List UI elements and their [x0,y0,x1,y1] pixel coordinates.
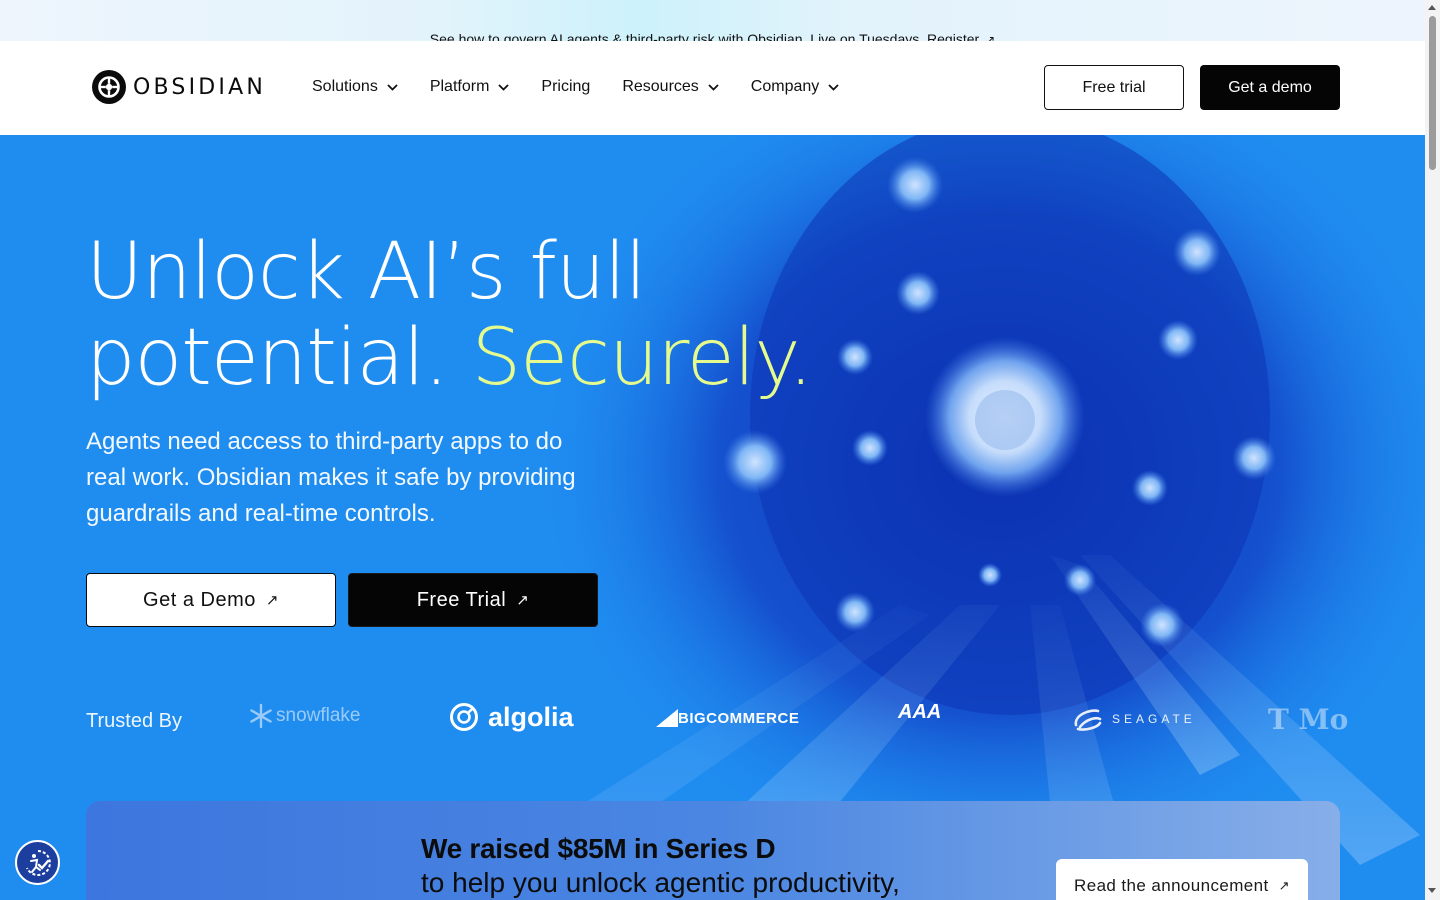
chevron-down-icon [828,83,839,91]
algolia-icon [450,703,478,731]
nav-item-platform[interactable]: Platform [430,78,510,96]
main-menu: Solutions Platform Pricing Resources Com… [312,78,871,96]
read-announcement-label: Read the announcement [1074,876,1269,895]
nav-item-resources[interactable]: Resources [622,78,719,96]
seagate-icon [1074,709,1102,731]
headline-line-2: potential. Securely. [86,313,814,403]
arrow-up-right-icon: ↗ [985,33,996,41]
series-d-announcement-card: We raised $85M in Series D to help you u… [86,801,1340,900]
aaa-logo: AAA [898,701,941,724]
t-mobile-logo: T Mo [1268,703,1348,736]
arrow-up-right-icon: ↗ [265,592,279,609]
free-trial-button[interactable]: Free trial [1044,65,1184,110]
bigcommerce-wordmark: BIGCOMMERCE [678,709,800,727]
nav-item-company[interactable]: Company [751,78,839,96]
accessibility-icon [25,849,51,876]
hero-headline: Unlock AI’s full potential. Securely. [86,227,814,403]
free-trial-cta-label: Free Trial [416,588,507,611]
free-trial-cta-button[interactable]: Free Trial ↗ [348,573,598,627]
get-a-demo-button[interactable]: Get a Demo ↗ [86,573,336,627]
scroll-up-arrow-icon[interactable] [1428,5,1436,10]
card-title: We raised $85M in Series D [421,833,776,864]
bigcommerce-logo: BIGCOMMERCE [656,709,799,727]
obsidian-logo-icon [92,70,126,104]
seagate-logo: SEAGATE [1072,705,1196,733]
nav-item-label: Pricing [541,78,591,95]
announcement-label[interactable]: See how to govern AI agents & third-part… [430,31,979,41]
customer-logos: snowflake algolia BIGCOMMERCE AAA SEAGAT… [0,695,1425,745]
announcement-bar[interactable]: See how to govern AI agents & third-part… [0,0,1425,41]
snowflake-wordmark: snowflake [276,705,361,726]
algolia-wordmark: algolia [488,701,574,732]
algolia-logo: algolia [448,701,574,733]
headline-line-2-prefix: potential. [86,313,472,403]
bigcommerce-icon [656,709,678,727]
headline-highlight: Securely. [471,313,814,403]
logo-text: OBSIDIAN [133,74,267,100]
read-announcement-button[interactable]: Read the announcement ↗ [1056,859,1308,900]
get-demo-button[interactable]: Get a demo [1200,65,1340,110]
hero-subtext: Agents need access to third-party apps t… [86,428,576,527]
seagate-wordmark: SEAGATE [1112,712,1196,726]
card-subtitle: to help you unlock agentic productivity, [421,867,900,898]
nav-item-label: Resources [622,78,699,95]
chevron-down-icon [708,83,719,91]
nav-item-label: Solutions [312,78,378,95]
nav-item-pricing[interactable]: Pricing [541,78,590,96]
chevron-down-icon [387,83,398,91]
arrow-up-right-icon: ↗ [1278,878,1290,893]
snowflake-logo: snowflake [248,703,361,729]
accessibility-button[interactable] [15,840,60,885]
announcement-text[interactable]: See how to govern AI agents & third-part… [0,31,1425,41]
scroll-thumb[interactable] [1429,16,1436,170]
nav-item-solutions[interactable]: Solutions [312,78,398,96]
hero-section: Unlock AI’s full potential. Securely. Ag… [0,135,1425,900]
arrow-up-right-icon: ↗ [516,592,530,609]
t-mobile-wordmark: T Mo [1268,703,1349,736]
page-scrollbar[interactable] [1425,0,1440,900]
aaa-wordmark: AAA [898,701,942,723]
nav-item-label: Platform [429,78,490,95]
chevron-down-icon [498,83,510,91]
get-a-demo-label: Get a Demo [143,588,256,611]
top-nav: OBSIDIAN Solutions Platform Pricing Reso… [0,41,1425,135]
headline-line-1: Unlock AI’s full [86,227,647,317]
scroll-down-arrow-icon[interactable] [1428,888,1436,893]
nav-item-label: Company [750,78,820,95]
logo[interactable]: OBSIDIAN [91,69,266,105]
snowflake-icon [250,703,272,729]
